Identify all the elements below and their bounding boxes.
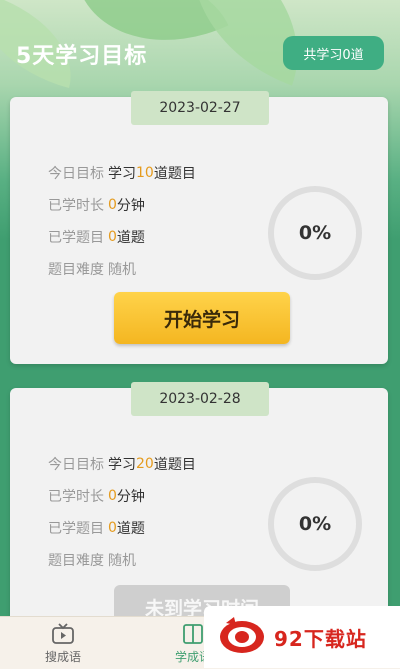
goal-suffix: 道题目: [153, 457, 196, 473]
progress-text: 0%: [298, 222, 332, 244]
difficulty-value: 随机: [108, 553, 136, 569]
goal-count: 20: [136, 456, 154, 472]
time-row: 已学时长 0 分钟: [48, 189, 196, 221]
time-unit: 分钟: [116, 198, 145, 214]
stats-list: 今日目标 学习 10 道题目 已学时长 0 分钟 已学题目 0 道题 题目难度 …: [48, 157, 196, 285]
goal-count: 10: [136, 165, 154, 181]
time-value: 0: [108, 488, 117, 504]
time-unit: 分钟: [116, 489, 145, 505]
day-card: 2023-02-27 今日目标 学习 10 道题目 已学时长 0 分钟 已学题目…: [10, 91, 388, 364]
done-value: 0: [108, 520, 117, 536]
time-value: 0: [108, 197, 117, 213]
difficulty-value: 随机: [108, 262, 136, 278]
tv-icon: [28, 623, 98, 645]
difficulty-row: 题目难度 随机: [48, 253, 196, 285]
tab-search-idiom[interactable]: 搜成语: [28, 623, 98, 665]
tab-label: 搜成语: [44, 650, 81, 664]
total-studied-badge[interactable]: 共学习0道: [283, 36, 384, 70]
goal-label: 今日目标: [48, 457, 104, 473]
date-tab: 2023-02-28: [131, 382, 269, 416]
watermark-text: 92下载站: [274, 626, 367, 651]
date-tab: 2023-02-27: [131, 91, 269, 125]
stats-list: 今日目标 学习 20 道题目 已学时长 0 分钟 已学题目 0 道题 题目难度 …: [48, 448, 196, 576]
time-label: 已学时长: [48, 489, 104, 505]
goal-row: 今日目标 学习 10 道题目: [48, 157, 196, 189]
goal-row: 今日目标 学习 20 道题目: [48, 448, 196, 480]
difficulty-row: 题目难度 随机: [48, 544, 196, 576]
start-study-button[interactable]: 开始学习: [114, 292, 290, 344]
goal-prefix: 学习: [108, 457, 136, 473]
done-row: 已学题目 0 道题: [48, 512, 196, 544]
time-row: 已学时长 0 分钟: [48, 480, 196, 512]
progress-ring: 0%: [268, 477, 362, 571]
goal-suffix: 道题目: [153, 166, 196, 182]
watermark: 92下载站: [204, 606, 400, 668]
page-title: 5天学习目标: [16, 44, 148, 69]
done-label: 已学题目: [48, 521, 104, 537]
done-unit: 道题: [116, 521, 145, 537]
time-label: 已学时长: [48, 198, 104, 214]
difficulty-label: 题目难度: [48, 262, 104, 278]
difficulty-label: 题目难度: [48, 553, 104, 569]
progress-ring: 0%: [268, 186, 362, 280]
goal-prefix: 学习: [108, 166, 136, 182]
progress-text: 0%: [298, 513, 332, 535]
done-value: 0: [108, 229, 117, 245]
goal-label: 今日目标: [48, 166, 104, 182]
watermark-logo: [216, 613, 268, 661]
done-row: 已学题目 0 道题: [48, 221, 196, 253]
done-label: 已学题目: [48, 230, 104, 246]
done-unit: 道题: [116, 230, 145, 246]
